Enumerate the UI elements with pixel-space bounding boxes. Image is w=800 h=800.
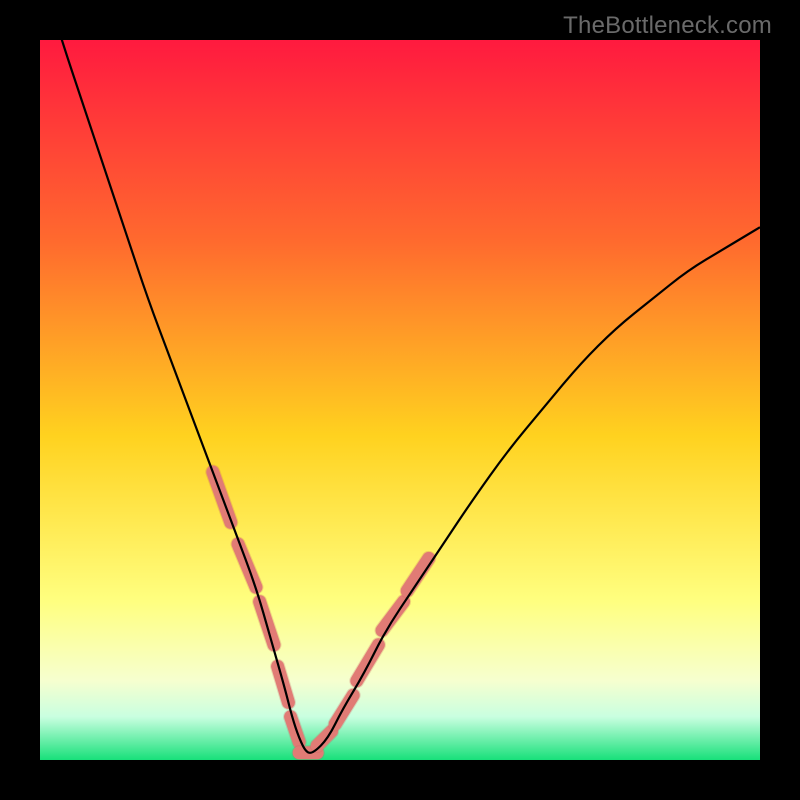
marker-segment xyxy=(407,558,429,590)
plot-area xyxy=(40,40,760,760)
chart-frame: TheBottleneck.com xyxy=(0,0,800,800)
marker-segment xyxy=(291,717,300,742)
bottleneck-curve xyxy=(40,40,760,753)
marker-segment xyxy=(382,602,404,631)
curve-layer xyxy=(40,40,760,760)
watermark-text: TheBottleneck.com xyxy=(563,12,772,40)
